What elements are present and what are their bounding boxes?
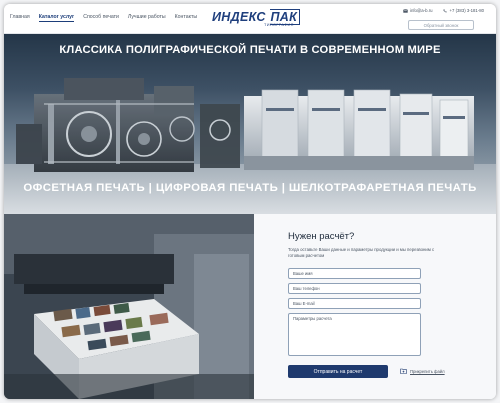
phone-text: +7 (383) 3-181-80 [449,8,485,13]
logo-wordmark: ИНДЕКС ПАК [212,9,301,25]
params-textarea[interactable]: Параметры расчета [288,313,421,356]
attach-file-label: Прикрепить файл [410,369,445,374]
nav-item-best-works[interactable]: Лучшие работы [128,14,166,22]
hero-title: КЛАССИКА ПОЛИГРАФИЧЕСКОЙ ПЕЧАТИ В СОВРЕМ… [59,44,441,56]
email-contact[interactable]: info@a-b.ru [403,8,433,13]
nav-item-catalog[interactable]: Каталог услуг [38,14,75,22]
form-description: Тогда оставьте Ваши данные и параметры п… [288,247,435,259]
email-field[interactable]: Ваш E-mail [288,298,421,309]
form-title: Нужен расчёт? [288,231,355,242]
nav-item-contacts[interactable]: Контакты [175,14,197,22]
phone-icon [443,8,448,13]
hero-banner: КЛАССИКА ПОЛИГРАФИЧЕСКОЙ ПЕЧАТИ В СОВРЕМ… [4,34,496,214]
logo-subtitle: ТИПОГРАФИЯ [264,23,294,27]
submit-button[interactable]: Отправить на расчет [288,365,388,378]
header-contacts: info@a-b.ru +7 (383) 3-181-80 [403,8,493,13]
landing-page: Главная Каталог услуг Способ печати Лучш… [4,4,496,399]
name-field[interactable]: Ваше имя [288,268,421,279]
mail-icon [403,8,408,13]
printing-photo [4,214,254,399]
attach-file-link[interactable]: Прикрепить файл [400,368,445,375]
logo-word-index: ИНДЕКС [212,10,266,24]
press-output-photo [4,214,254,399]
nav-item-home[interactable]: Главная [10,14,30,22]
site-header: Главная Каталог услуг Способ печати Лучш… [4,4,496,34]
site-logo[interactable]: ИНДЕКС ПАК ТИПОГРАФИЯ [212,9,302,28]
callback-button[interactable]: Обратный звонок [408,20,474,30]
main-nav: Главная Каталог услуг Способ печати Лучш… [10,14,197,22]
hero-subtitle: ОФСЕТНАЯ ПЕЧАТЬ | ЦИФРОВАЯ ПЕЧАТЬ | ШЕЛК… [23,182,477,194]
phone-field[interactable]: Ваш телефон [288,283,421,294]
nav-item-print-methods[interactable]: Способ печати [83,14,119,22]
email-text: info@a-b.ru [410,8,433,13]
browser-frame: Главная Каталог услуг Способ печати Лучш… [0,0,500,403]
attach-file-icon [400,368,407,375]
calculation-form: Нужен расчёт? Тогда оставьте Ваши данные… [254,214,496,399]
phone-contact[interactable]: +7 (383) 3-181-80 [443,8,485,13]
